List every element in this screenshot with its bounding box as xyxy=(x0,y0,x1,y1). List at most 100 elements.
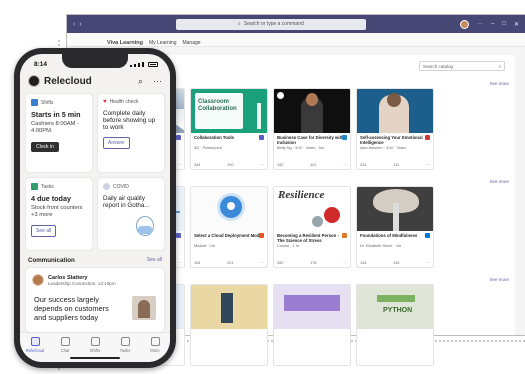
card-title: Business Case for Diversity with Inclusi… xyxy=(277,135,344,145)
provider-icon xyxy=(425,233,430,238)
card-meta: Betty Ng · 3/10 · Video · 5m xyxy=(277,146,324,150)
provider-icon xyxy=(176,233,181,238)
more-icon[interactable]: ··· xyxy=(260,261,264,265)
brand: Relecloud xyxy=(28,75,92,87)
more-icon[interactable]: ··· xyxy=(153,76,162,87)
tile-heading: Complete daily before showing up to work xyxy=(103,110,156,131)
views-count: 104 xyxy=(194,261,201,265)
back-arrow-icon[interactable]: ‹ xyxy=(73,21,75,28)
card-thumbnail xyxy=(357,89,433,133)
catalog-search-input[interactable]: Search catalog ⌕ xyxy=(419,61,505,71)
tab-manage[interactable]: Manage xyxy=(182,40,200,46)
tab-label: More xyxy=(150,348,160,353)
covid-tile[interactable]: COVID Daily air quality report in Gotha.… xyxy=(98,178,164,250)
likes-count: 111 xyxy=(393,163,400,167)
search-icon[interactable]: ⌕ xyxy=(138,76,143,87)
tab-label: Chat xyxy=(60,348,70,353)
close-icon[interactable]: ✕ xyxy=(514,21,519,28)
search-icon: ⌕ xyxy=(498,63,501,69)
tab-label: Relecloud xyxy=(25,348,45,353)
more-icon[interactable]: ··· xyxy=(343,261,347,265)
signal-icon xyxy=(130,64,132,67)
course-card[interactable]: Classroom Collaboration Collaboration To… xyxy=(190,88,268,170)
command-search-input[interactable]: ⌕ Search or type a command xyxy=(175,18,366,30)
section-title: Communication xyxy=(28,257,75,264)
shifts-tile[interactable]: Shifts Starts in 5 min Cashiers 8:00AM -… xyxy=(26,94,92,172)
course-card[interactable]: Resilience Becoming a Resilient Person -… xyxy=(273,186,351,268)
brand-logo-icon xyxy=(28,75,40,87)
phone-device: 8:14 Relecloud ⌕ ··· Shifts Starts in 5 … xyxy=(14,48,176,368)
views-count: 144 xyxy=(360,261,367,265)
forward-arrow-icon[interactable]: › xyxy=(79,21,81,28)
views-count: 300 xyxy=(277,261,284,265)
course-card[interactable]: Business Case for Diversity with Inclusi… xyxy=(273,88,351,170)
tab-more[interactable]: More xyxy=(143,337,167,362)
nav-arrows: ‹ › xyxy=(73,21,82,28)
phone-screen: 8:14 Relecloud ⌕ ··· Shifts Starts in 5 … xyxy=(20,54,170,362)
minimize-icon[interactable]: – xyxy=(491,21,494,27)
title-bar: ‹ › ⌕ Search or type a command ··· – □ ✕ xyxy=(67,15,525,33)
see-all-link[interactable]: See all xyxy=(147,257,162,264)
card-title: Self-assessing Your Emotional Intelligen… xyxy=(360,135,423,145)
see-all-button[interactable]: See all xyxy=(31,224,57,237)
tile-label: Health check xyxy=(109,99,139,105)
card-thumbnail xyxy=(191,187,267,231)
user-avatar[interactable] xyxy=(460,19,469,29)
course-card[interactable]: Select a Cloud Deployment Model Module ·… xyxy=(190,186,268,268)
more-icon[interactable]: ··· xyxy=(177,261,181,265)
more-icon[interactable]: ··· xyxy=(260,163,264,167)
card-title: Foundations of Mindfulness xyxy=(360,233,418,238)
brand-name: Relecloud xyxy=(44,75,92,87)
card-thumbnail xyxy=(191,285,267,329)
tab-label: Shifts xyxy=(89,348,101,353)
tile-label: Tasks xyxy=(41,183,54,190)
provider-icon xyxy=(342,233,347,238)
card-thumbnail xyxy=(357,187,433,231)
health-check-tile[interactable]: ♥ Health check Complete daily before show… xyxy=(98,94,164,172)
course-card[interactable] xyxy=(273,284,351,366)
post-author: Carlos Slattery Leadership Connection, 1… xyxy=(32,274,116,286)
tab-relecloud[interactable]: Relecloud xyxy=(23,337,47,362)
course-card[interactable] xyxy=(190,284,268,366)
see-more-link[interactable]: See more xyxy=(489,179,509,184)
views-count: 344 xyxy=(194,163,201,167)
covid-icon xyxy=(103,183,110,190)
course-card[interactable]: Foundations of Mindfulness Dr. Elizabeth… xyxy=(356,186,434,268)
post-body: Our success largely depends on customers… xyxy=(34,295,109,322)
card-meta: 3/2 · Powerpoint xyxy=(194,146,222,150)
see-more-link[interactable]: See more xyxy=(489,277,509,282)
shifts-icon xyxy=(90,337,100,346)
tasks-tile[interactable]: Tasks 4 due today Stock front counters +… xyxy=(26,178,92,250)
tasks-icon xyxy=(31,183,38,190)
card-title: Becoming a Resilient Person - The Scienc… xyxy=(277,233,339,243)
more-icon[interactable]: ··· xyxy=(426,261,430,265)
clock-in-button[interactable]: Clock in xyxy=(31,141,59,152)
answer-button[interactable]: Answer xyxy=(103,137,130,149)
app-header: Viva Learning My Learning Manage xyxy=(67,33,525,47)
course-card[interactable]: Self-assessing Your Emotional Intelligen… xyxy=(356,88,434,170)
tab-my-learning[interactable]: My Learning xyxy=(149,40,177,46)
views-count: 224 xyxy=(360,163,367,167)
maximize-icon[interactable]: □ xyxy=(502,21,506,27)
see-more-link[interactable]: See more xyxy=(489,81,509,86)
more-icon[interactable]: ··· xyxy=(477,21,483,27)
card-stats: 192 101 ··· xyxy=(277,163,347,167)
card-meta: Module · 1hr xyxy=(194,244,216,248)
catalog-search-placeholder: Search catalog xyxy=(423,63,454,69)
thumbnail-text: PYTHON xyxy=(383,307,413,314)
course-card[interactable]: PYTHON xyxy=(356,284,434,366)
thumbnail-text: Resilience xyxy=(278,189,325,201)
marketing-composite: ‹ › ⌕ Search or type a command ··· – □ ✕… xyxy=(0,0,525,374)
shifts-icon xyxy=(31,99,38,106)
more-icon[interactable]: ··· xyxy=(343,163,347,167)
heart-icon: ♥ xyxy=(103,99,107,105)
command-search-placeholder: Search or type a command xyxy=(243,21,304,27)
more-icon[interactable]: ··· xyxy=(426,163,430,167)
search-icon: ⌕ xyxy=(237,21,241,27)
more-icon[interactable]: ··· xyxy=(177,163,181,167)
card-thumbnail xyxy=(274,285,350,329)
communication-card[interactable]: Carlos Slattery Leadership Connection, 1… xyxy=(26,268,164,332)
chat-icon xyxy=(60,337,70,346)
views-count: 192 xyxy=(277,163,284,167)
avatar xyxy=(32,274,44,286)
